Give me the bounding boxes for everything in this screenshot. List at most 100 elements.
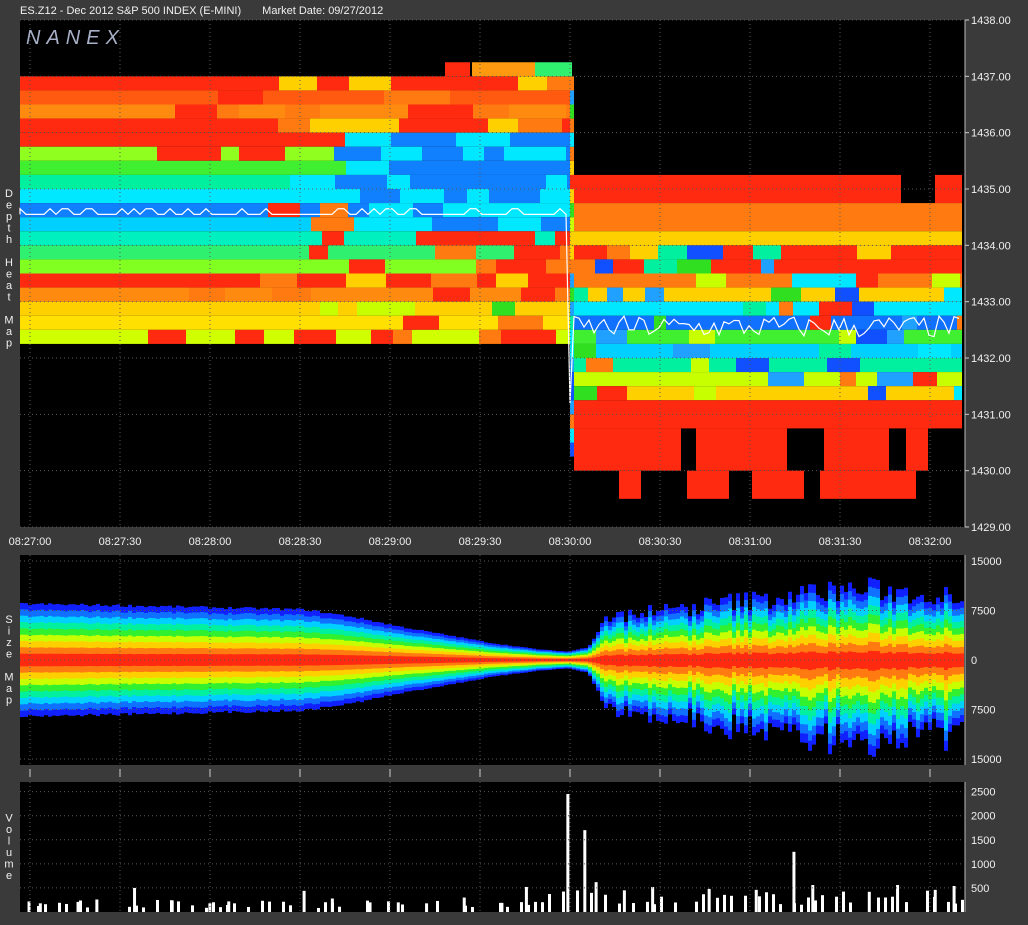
depth-cell: [400, 189, 444, 204]
depth-cell: [504, 146, 536, 161]
side-label-letter: p: [6, 695, 12, 707]
size-map-strip: [644, 655, 648, 666]
depth-cell: [320, 203, 348, 218]
depth-cell: [690, 400, 714, 429]
depth-cell: [535, 62, 572, 77]
size-map-strip: [872, 650, 876, 671]
depth-cell: [663, 358, 691, 373]
depth-cell: [667, 400, 690, 429]
depth-cell: [346, 273, 386, 288]
depth-cell: [320, 104, 364, 119]
depth-cell: [630, 203, 656, 232]
time-tick-label: 08:30:00: [549, 536, 592, 548]
size-map-strip: [764, 652, 768, 669]
depth-cell: [574, 245, 607, 260]
depth-cell: [687, 245, 723, 260]
depth-cell: [349, 259, 385, 274]
depth-cell: [214, 231, 249, 246]
depth-cell: [910, 203, 924, 232]
side-label-letter: z: [6, 637, 12, 649]
depth-cell: [234, 217, 272, 232]
depth-cell: [393, 329, 412, 344]
depth-cell: [654, 315, 666, 330]
depth-cell: [363, 315, 403, 330]
size-map-strip: [904, 651, 908, 670]
depth-cell: [131, 104, 175, 119]
depth-cell: [874, 301, 907, 316]
depth-cell: [364, 174, 387, 189]
depth-cell: [917, 315, 935, 330]
depth-cell: [909, 231, 932, 246]
price-tick-label: 1437.00: [971, 71, 1011, 83]
volume-bar: [842, 891, 845, 912]
depth-cell: [189, 287, 225, 302]
depth-cell: [310, 118, 355, 133]
depth-cell: [887, 329, 904, 344]
depth-cell: [217, 104, 239, 119]
depth-cell: [898, 203, 910, 232]
depth-cell: [221, 273, 239, 288]
depth-cell: [819, 343, 851, 358]
size-map-strip: [828, 651, 832, 671]
depth-cell: [570, 231, 574, 246]
depth-cell: [750, 315, 787, 330]
depth-cell: [880, 470, 899, 499]
depth-cell: [333, 287, 371, 302]
depth-cell: [687, 470, 702, 499]
depth-cell: [64, 76, 103, 91]
depth-heat-map-label: Depth Heat Map: [4, 188, 13, 350]
depth-cell: [937, 372, 960, 387]
depth-cell: [203, 160, 235, 175]
volume-bar: [324, 902, 327, 912]
volume-bar: [632, 903, 635, 912]
depth-cell: [574, 386, 597, 401]
volume-bar: [604, 894, 607, 912]
size-map-strip: [868, 650, 872, 671]
depth-cell: [574, 343, 596, 358]
depth-cell: [570, 76, 574, 91]
depth-cell: [239, 118, 278, 133]
price-tick-label: 1434.00: [971, 240, 1011, 252]
volume-bar: [814, 900, 817, 912]
depth-cell: [824, 203, 855, 232]
size-map-strip: [820, 653, 824, 669]
volume-bar: [674, 902, 677, 912]
depth-cell: [808, 386, 825, 401]
depth-cell: [489, 189, 508, 204]
depth-cell: [64, 315, 94, 330]
depth-cell: [518, 90, 551, 105]
depth-cell: [239, 104, 263, 119]
size-map-strip: [772, 653, 776, 668]
depth-cell: [768, 372, 804, 387]
depth-cell: [300, 203, 320, 218]
depth-cell: [714, 400, 746, 429]
depth-cell: [102, 245, 143, 260]
volume-bar: [730, 895, 733, 912]
depth-cell: [751, 287, 771, 302]
depth-cell: [792, 273, 823, 288]
depth-cell: [90, 132, 118, 147]
depth-cell: [89, 231, 114, 246]
depth-cell: [410, 174, 452, 189]
depth-cell: [749, 372, 768, 387]
side-label-letter: M: [4, 315, 13, 327]
volume-bar: [772, 894, 775, 912]
depth-cell: [389, 160, 421, 175]
depth-cell: [793, 301, 819, 316]
depth-cell: [344, 231, 372, 246]
size-map-strip: [656, 654, 660, 667]
depth-cell: [779, 301, 793, 316]
side-label-letter: D: [5, 188, 13, 200]
depth-cell: [951, 203, 962, 232]
depth-cell: [872, 343, 901, 358]
depth-cell: [753, 245, 781, 260]
depth-cell: [824, 428, 861, 471]
depth-cell: [484, 146, 504, 161]
volume-bar: [952, 886, 956, 912]
volume-bar: [368, 902, 372, 912]
depth-cell: [570, 146, 574, 161]
depth-cell: [435, 329, 479, 344]
depth-cell: [819, 301, 852, 316]
depth-cell: [130, 189, 167, 204]
depth-cell: [702, 372, 721, 387]
